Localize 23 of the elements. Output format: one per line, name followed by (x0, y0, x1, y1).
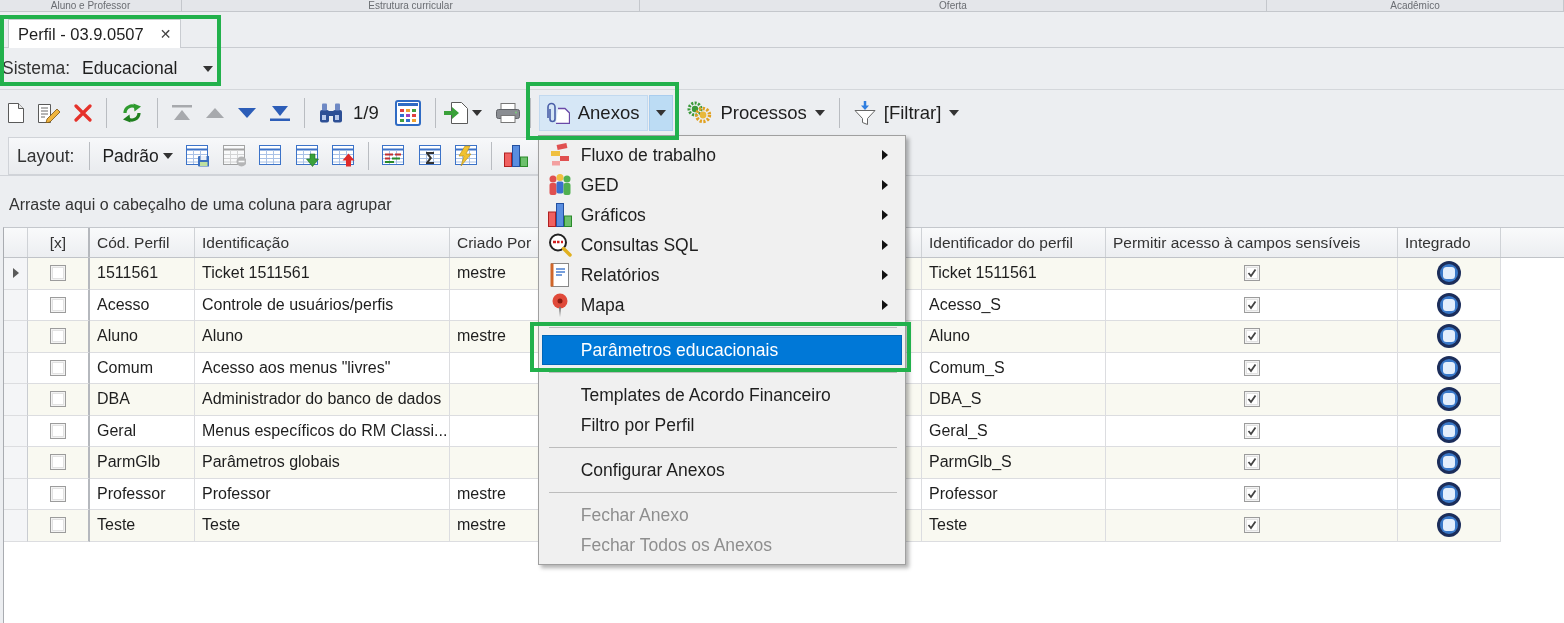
table-cell: Aluno (922, 321, 1106, 353)
ribbon-group-label: Estrutura curricular (368, 0, 453, 11)
table-cell: 1511561 (90, 258, 195, 290)
table-cell: Teste (90, 510, 195, 542)
table-cell: DBA_S (922, 384, 1106, 416)
ribbon-group-label: Aluno e Professor (50, 0, 131, 11)
table-cell: DBA (90, 384, 195, 416)
table-cell: Teste (922, 510, 1106, 542)
ribbon-group-label: Acadêmico (1390, 0, 1440, 11)
table-cell: Ticket 1511561 (922, 258, 1106, 290)
group-by-hint: Arraste aqui o cabeçalho de uma coluna para agrupar (9, 195, 392, 214)
table-cell: Ticket 1511561 (195, 258, 450, 290)
table-cell: Aluno (195, 321, 450, 353)
field-label: Sistema: (2, 58, 71, 79)
table-cell: Aluno (90, 321, 195, 353)
table-cell: Teste (195, 510, 450, 542)
toolbar-label: Layout: (17, 145, 75, 167)
record-counter: 1/9 (353, 101, 379, 124)
ribbon-group-label: Oferta (939, 0, 967, 11)
table-cell: ParmGlb (90, 447, 195, 479)
table-cell: Parâmetros globais (195, 447, 450, 479)
table-cell: Administrador do banco de dados (195, 384, 450, 416)
table-cell: ParmGlb_S (922, 447, 1106, 479)
